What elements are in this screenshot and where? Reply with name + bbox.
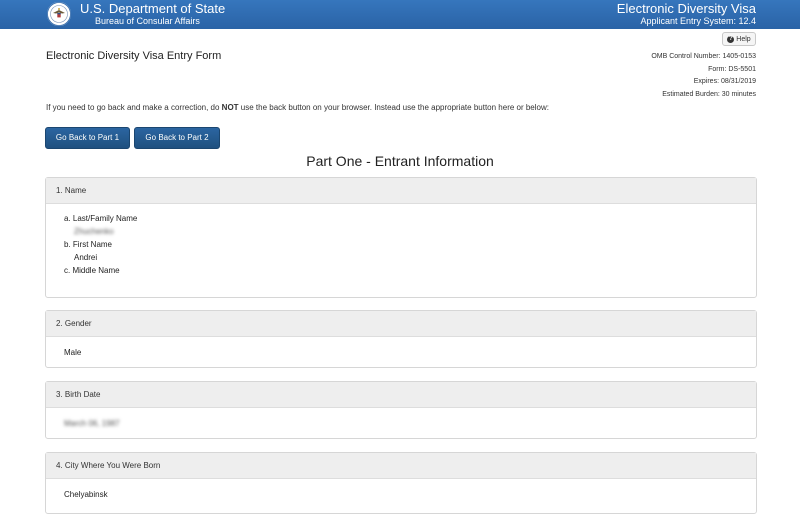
last-name-value: Zhuchenko <box>74 227 114 236</box>
birth-date-value: March 06, 1987 <box>64 419 120 428</box>
gender-panel: 2. Gender Male <box>45 310 757 368</box>
question-icon: ? <box>727 35 735 43</box>
name-panel: 1. Name a. Last/Family Name Zhuchenko b.… <box>45 177 757 298</box>
first-name-label: b. First Name <box>64 240 113 249</box>
site-header: U.S. Department of State Bureau of Consu… <box>0 0 800 29</box>
system-title: Electronic Diversity Visa <box>616 1 756 16</box>
omb-control-number: OMB Control Number: 1405-0153 <box>651 53 756 60</box>
gender-panel-heading: 2. Gender <box>46 311 756 337</box>
form-number: Form: DS-5501 <box>708 65 756 73</box>
department-name: U.S. Department of State <box>80 1 226 16</box>
form-metadata: OMB Control Number: 1405-0153 Form: DS-5… <box>651 51 756 101</box>
part-title: Part One - Entrant Information <box>306 153 494 169</box>
system-version: Applicant Entry System: 12.4 <box>640 16 756 26</box>
state-department-seal-icon <box>47 2 71 26</box>
go-back-part2-button[interactable]: Go Back to Part 2 <box>134 127 220 149</box>
help-button[interactable]: ? Help <box>722 32 756 46</box>
expiration-date: Expires: 08/31/2019 <box>693 78 756 85</box>
birth-city-value: Chelyabinsk <box>64 490 108 499</box>
form-title: Electronic Diversity Visa Entry Form <box>46 50 222 62</box>
back-button-instruction: If you need to go back and make a correc… <box>46 103 549 112</box>
go-back-part1-button[interactable]: Go Back to Part 1 <box>45 127 130 149</box>
help-label: Help <box>736 36 751 43</box>
gender-value: Male <box>64 348 82 357</box>
instruction-emphasis: NOT <box>221 103 239 112</box>
estimated-burden: Estimated Burden: 30 minutes <box>662 90 756 98</box>
birth-date-panel: 3. Birth Date March 06, 1987 <box>45 381 757 439</box>
birth-city-panel: 4. City Where You Were Born Chelyabinsk <box>45 452 757 514</box>
name-panel-heading: 1. Name <box>46 178 756 204</box>
birth-city-panel-heading: 4. City Where You Were Born <box>46 453 756 479</box>
first-name-value: Andrei <box>74 253 98 262</box>
birth-date-panel-heading: 3. Birth Date <box>46 382 756 408</box>
last-name-label: a. Last/Family Name <box>64 214 138 223</box>
middle-name-label: c. Middle Name <box>64 266 120 275</box>
bureau-name: Bureau of Consular Affairs <box>95 16 200 26</box>
